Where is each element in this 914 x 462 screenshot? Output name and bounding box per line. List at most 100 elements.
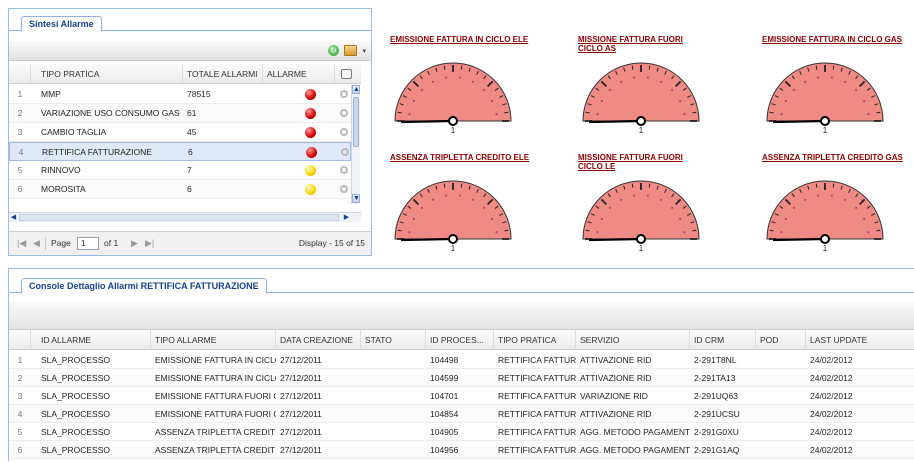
column-header-crm[interactable]: ID CRM [690,330,756,350]
gauge-minor-dot [491,217,494,221]
column-header-id[interactable]: ID ALLARME [31,330,151,350]
gauge-minor-dot [420,88,423,91]
page-label: Page [51,238,71,248]
gauge-minor-dot [830,194,833,197]
data-cell: 27/12/2011 [280,427,322,437]
servizio-cell: ATTIVAZIONE RID [580,373,652,383]
columns-menu-icon[interactable] [341,69,352,79]
detail-row[interactable]: 2 SLA_PROCESSO EMISSIONE FATTURA IN CICLO 2… [9,369,914,387]
column-header-pod[interactable]: POD [756,330,806,350]
column-header-proc[interactable]: ID PROCES... [426,330,494,350]
row-number: 6 [17,445,23,455]
column-header-totale-allarmi[interactable]: TOTALE ALLARMI [183,64,263,84]
detail-ring-icon[interactable] [341,148,349,156]
summary-vertical-scrollbar[interactable]: ▲ ▼ [351,85,360,204]
yellow-alarm-icon [305,165,316,176]
page-input[interactable]: 1 [77,237,99,250]
previous-page-icon[interactable]: ◀ [33,238,40,249]
column-header-stato[interactable]: STATO [361,330,426,350]
gauge-minor-dot [671,88,674,91]
summary-horizontal-scrollbar[interactable]: ◀ ▶ [9,212,361,222]
gauge-minor-dot [483,206,486,209]
column-header-data[interactable]: DATA CREAZIONE [276,330,361,350]
gauge-tick [460,183,463,188]
gauge-minor-dot [619,198,623,201]
tab-sintesi-allarme[interactable]: Sintesi Allarme [21,16,102,32]
detail-row[interactable]: 1 SLA_PROCESSO EMISSIONE FATTURA IN CICLO 2… [9,351,914,369]
summary-row[interactable]: 5 RINNOVO 7 [9,161,351,180]
tipo-pratica-cell: MMP [41,89,61,99]
crm-cell: 2-291G1AQ [694,445,740,455]
next-page-icon[interactable]: ▶ [131,238,138,249]
scroll-left-button[interactable]: ◀ [9,213,18,222]
detail-row[interactable]: 6 SLA_PROCESSO ASSENZA TRIPLETTA CREDIT 27/… [9,441,914,459]
gauge-minor-dot [792,206,795,209]
gauge-title[interactable]: MISSIONE FATTURA FUORI CICLO AS [578,35,698,53]
gauge-minor-dot [683,113,686,116]
gauge-minor-dot [408,113,411,116]
summary-row[interactable]: 1 MMP 78515 [9,85,351,104]
gauge-title[interactable]: ASSENZA TRIPLETTA CREDITO ELE [390,153,540,162]
row-number: 2 [17,108,23,118]
scroll-up-button[interactable]: ▲ [352,85,360,94]
column-header-allarme[interactable]: ALLARME [263,64,335,84]
gauge-title[interactable]: EMISSIONE FATTURA IN CICLO ELE [390,35,540,44]
proc-cell: 104956 [430,445,459,455]
tab-console-dettaglio[interactable]: Console Dettaglio Allarmi RETTIFICA FATT… [21,278,267,294]
first-page-icon[interactable]: |◀ [17,238,26,249]
gauge-minor-dot [683,231,686,234]
detail-ring-icon[interactable] [340,90,348,98]
summary-row[interactable]: 2 VARIAZIONE USO CONSUMO GAS 61 [9,104,351,123]
detail-ring-icon[interactable] [340,128,348,136]
gauge-minor-dot [600,99,603,103]
totale-allarmi-cell: 6 [188,147,193,157]
row-number: 1 [17,355,23,365]
column-header-tipo[interactable]: TIPO ALLARME [151,330,276,350]
scroll-thumb[interactable] [353,97,359,147]
scroll-down-button[interactable]: ▼ [352,194,360,203]
row-number: 4 [18,147,24,157]
gauge-value: 1 [638,126,644,135]
chevron-down-icon[interactable]: ▾ [362,47,366,55]
tipo-cell: EMISSIONE FATTURA IN CICLO [155,373,276,383]
gauge-minor-dot [431,80,435,83]
summary-row[interactable]: 4 RETTIFICA FATTURAZIONE 6 [9,142,351,161]
export-icon[interactable] [344,45,357,56]
gauge-title[interactable]: MISSIONE FATTURA FUORI CICLO LE [578,153,698,171]
detail-row[interactable]: 4 SLA_PROCESSO EMISSIONE FATTURA FUORI C 27… [9,405,914,423]
gauge-tick [769,229,774,232]
detail-ring-icon[interactable] [340,185,348,193]
summary-row[interactable]: 6 MOROSITA 6 [9,180,351,199]
detail-ring-icon[interactable] [340,109,348,117]
column-header-update[interactable]: LAST UPDATE [806,330,914,350]
refresh-icon[interactable]: ↻ [328,45,339,56]
gauge-tick [648,183,651,188]
column-header-tipo-pratica[interactable]: TIPO PRATICA [31,64,183,84]
last-page-icon[interactable]: ▶| [145,238,154,249]
pratica-cell: RETTIFICA FATTUR. [498,355,576,365]
detail-row[interactable]: 5 SLA_PROCESSO ASSENZA TRIPLETTA CREDIT 27/… [9,423,914,441]
gauge-minor-dot [600,217,603,221]
gauge-tick [631,183,634,188]
column-header-pratica[interactable]: TIPO PRATICA [494,330,576,350]
column-header-servizio[interactable]: SERVIZIO [576,330,690,350]
gauge-tick [648,65,651,70]
row-number: 4 [17,409,23,419]
data-cell: 27/12/2011 [280,445,322,455]
crm-cell: 2-291TA13 [694,373,736,383]
scroll-right-button[interactable]: ▶ [342,213,351,222]
gauge-minor-dot [863,217,866,221]
row-number: 1 [17,89,23,99]
gauge-value: 1 [822,126,828,135]
gauge-minor-dot [780,113,783,116]
gauge-title[interactable]: ASSENZA TRIPLETTA CREDITO GAS [762,153,912,162]
summary-row[interactable]: 3 CAMBIO TAGLIA 45 [9,123,351,142]
column-menu-header[interactable] [335,64,361,84]
detail-ring-icon[interactable] [340,166,348,174]
horizontal-scroll-thumb[interactable] [19,214,339,221]
detail-row[interactable]: 3 SLA_PROCESSO EMISSIONE FATTURA FUORI C 27… [9,387,914,405]
totale-allarmi-cell: 45 [187,127,197,137]
gauge-minor-dot [780,231,783,234]
gauge-title[interactable]: EMISSIONE FATTURA IN CICLO GAS [762,35,912,44]
gauge-hub [820,116,830,126]
